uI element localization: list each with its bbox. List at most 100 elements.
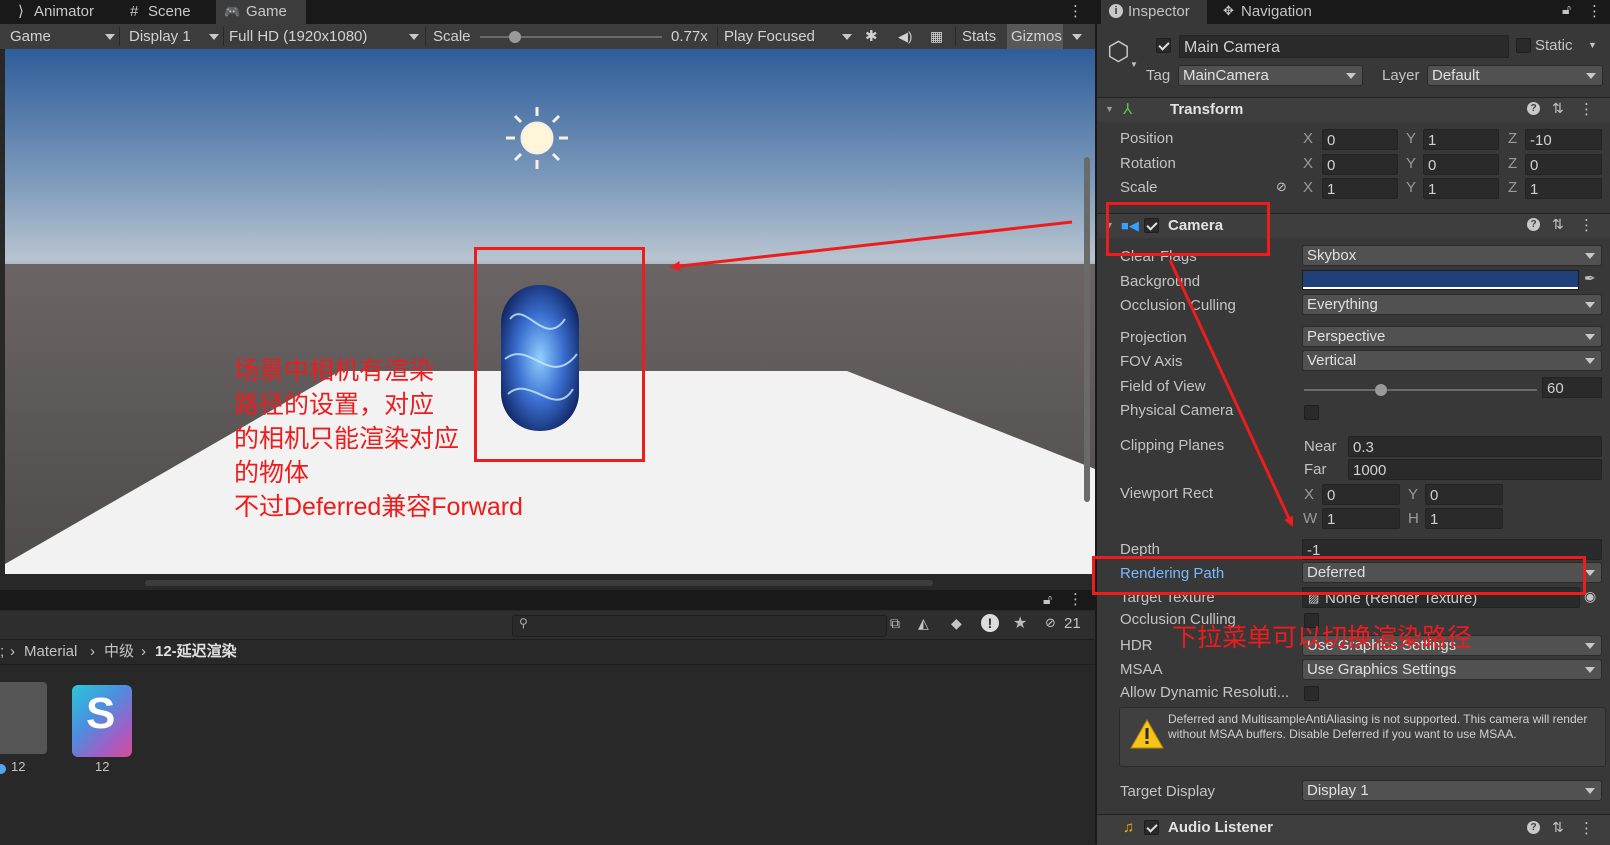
more-options-icon[interactable]: ⋮ [1579,819,1594,837]
near-clip-input[interactable]: 0.3 [1348,436,1602,457]
scale-slider-handle[interactable] [508,31,521,43]
view-select-dropdown[interactable]: Game [10,24,115,49]
help-icon[interactable]: ? [1527,821,1540,834]
far-label: Far [1304,461,1327,478]
background-color-field[interactable] [1302,270,1579,290]
projection-dropdown[interactable]: Perspective [1302,326,1602,347]
scale-z-input[interactable]: 1 [1525,178,1602,199]
fov-axis-dropdown[interactable]: Vertical [1302,350,1602,371]
asset-shader-thumbnail[interactable]: S [72,685,132,757]
favorite-star-icon[interactable]: ★ [1013,613,1027,633]
more-options-icon[interactable]: ⋮ [1579,100,1594,118]
asset-material-thumbnail[interactable] [0,682,47,754]
game-view-scrollbar-horizontal[interactable] [145,580,933,586]
viewport-w-input[interactable]: 1 [1322,508,1400,529]
breadcrumb-material[interactable]: Material [24,640,77,664]
physical-camera-checkbox[interactable] [1304,405,1319,420]
transform-component-header[interactable]: ▼ ⅄ Transform ? ⇅ ⋮ [1097,97,1610,122]
game-view-scrollbar-vertical[interactable] [1084,157,1090,502]
panel-splitter[interactable] [1095,0,1097,844]
rendering-path-highlight-box [1092,556,1586,595]
target-display-label: Target Display [1120,783,1216,800]
audio-listener-component-header[interactable]: ♫ Audio Listener ? ⇅ ⋮ [1097,814,1610,845]
fov-slider[interactable] [1304,384,1537,396]
resolution-dropdown[interactable]: Full HD (1920x1080) [229,24,419,49]
rotation-x-input[interactable]: 0 [1322,154,1398,175]
bug-icon[interactable]: ✱ [865,24,878,49]
lock-icon[interactable]: 🔓︎ [1562,1,1571,18]
more-options-icon[interactable]: ⋮ [1068,0,1083,24]
help-icon[interactable]: ? [1527,102,1540,115]
gizmos-dropdown[interactable] [1070,24,1088,49]
audio-listener-enabled-checkbox[interactable] [1144,820,1159,835]
label-tag-icon[interactable]: ◆ [951,615,962,632]
clear-flags-dropdown[interactable]: Skybox [1302,245,1602,266]
tab-navigation[interactable]: ✥ Navigation [1217,0,1347,24]
target-display-dropdown[interactable]: Display 1 [1302,780,1602,801]
scale-x-input[interactable]: 1 [1322,178,1398,199]
culling-mask-dropdown[interactable]: Everything [1302,294,1602,315]
dynamic-resolution-checkbox[interactable] [1304,686,1319,701]
projection-value: Perspective [1307,328,1386,345]
warning-message: Deferred and MultisampleAntiAliasing is … [1168,712,1588,741]
tab-animator-label: Animator [34,3,95,20]
scale-slider[interactable] [480,31,662,43]
presets-icon[interactable]: ⇅ [1552,216,1564,233]
speaker-icon[interactable]: ◀) [898,24,912,49]
position-y-input[interactable]: 1 [1423,129,1499,150]
axis-y-label: Y [1406,130,1417,147]
axis-x-label: X [1303,155,1314,172]
tag-dropdown[interactable]: MainCamera [1178,65,1363,86]
gameobject-name-input[interactable]: Main Camera [1179,35,1509,58]
static-checkbox[interactable] [1516,38,1531,53]
eyedropper-icon[interactable]: ✒ [1584,270,1596,287]
annotation-line: 场景中相机有渲染 [234,357,435,385]
gizmos-button[interactable]: Gizmos [1007,24,1063,49]
help-icon[interactable]: ? [1527,218,1540,231]
keyboard-shortcuts-icon[interactable]: ▦ [930,24,943,49]
filter-type-icon[interactable]: ◭ [918,615,929,632]
tab-scene[interactable]: # Scene [124,0,216,24]
chevron-down-icon [1585,643,1595,649]
viewport-x-input[interactable]: 0 [1322,484,1400,505]
display-dropdown[interactable]: Display 1 [129,24,219,49]
play-mode-dropdown[interactable]: Play Focused [724,24,852,49]
rotation-y-input[interactable]: 0 [1423,154,1499,175]
layer-dropdown[interactable]: Default [1427,65,1603,86]
hidden-packages-icon[interactable]: ⊘ [1045,615,1056,631]
more-options-icon[interactable]: ⋮ [1587,2,1602,20]
constrain-proportions-icon[interactable]: ⊘ [1276,179,1287,195]
scale-y-input[interactable]: 1 [1423,178,1499,199]
fov-slider-handle[interactable] [1374,384,1387,396]
tab-game[interactable]: 🎮 Game [216,0,306,24]
fov-input[interactable]: 60 [1542,377,1602,398]
chevron-down-icon[interactable]: ▼ [1130,60,1138,69]
chevron-down-icon [1072,34,1082,40]
warning-filter-icon[interactable]: ! [981,614,999,632]
presets-icon[interactable]: ⇅ [1552,819,1564,836]
presets-icon[interactable]: ⇅ [1552,100,1564,117]
gameobject-active-checkbox[interactable] [1156,38,1171,53]
tab-animator[interactable]: ⟩ Animator [8,0,124,24]
play-mode-label: Play Focused [724,28,815,45]
divider [717,27,718,46]
viewport-h-input[interactable]: 1 [1425,508,1503,529]
hidden-count: 21 [1064,615,1081,632]
project-search-input[interactable]: ⚲ [512,615,887,637]
breadcrumb-middle[interactable]: 中级 [104,640,134,664]
rotation-z-input[interactable]: 0 [1525,154,1602,175]
viewport-y-input[interactable]: 0 [1425,484,1503,505]
position-z-input[interactable]: -10 [1525,129,1602,150]
transform-label: Scale [1120,179,1158,196]
tab-inspector[interactable]: i Inspector [1101,0,1207,24]
chevron-down-icon[interactable]: ▼ [1588,40,1597,50]
msaa-dropdown[interactable]: Use Graphics Settings [1302,659,1602,680]
more-options-icon[interactable]: ⋮ [1579,216,1594,234]
stats-button[interactable]: Stats [962,24,996,49]
chevron-right-icon: › [90,643,95,660]
search-options-icon[interactable]: ⧉ [890,615,900,632]
more-options-icon[interactable]: ⋮ [1068,590,1083,608]
lock-icon[interactable]: 🔓︎ [1043,591,1052,608]
position-x-input[interactable]: 0 [1322,129,1398,150]
far-clip-input[interactable]: 1000 [1348,459,1602,480]
